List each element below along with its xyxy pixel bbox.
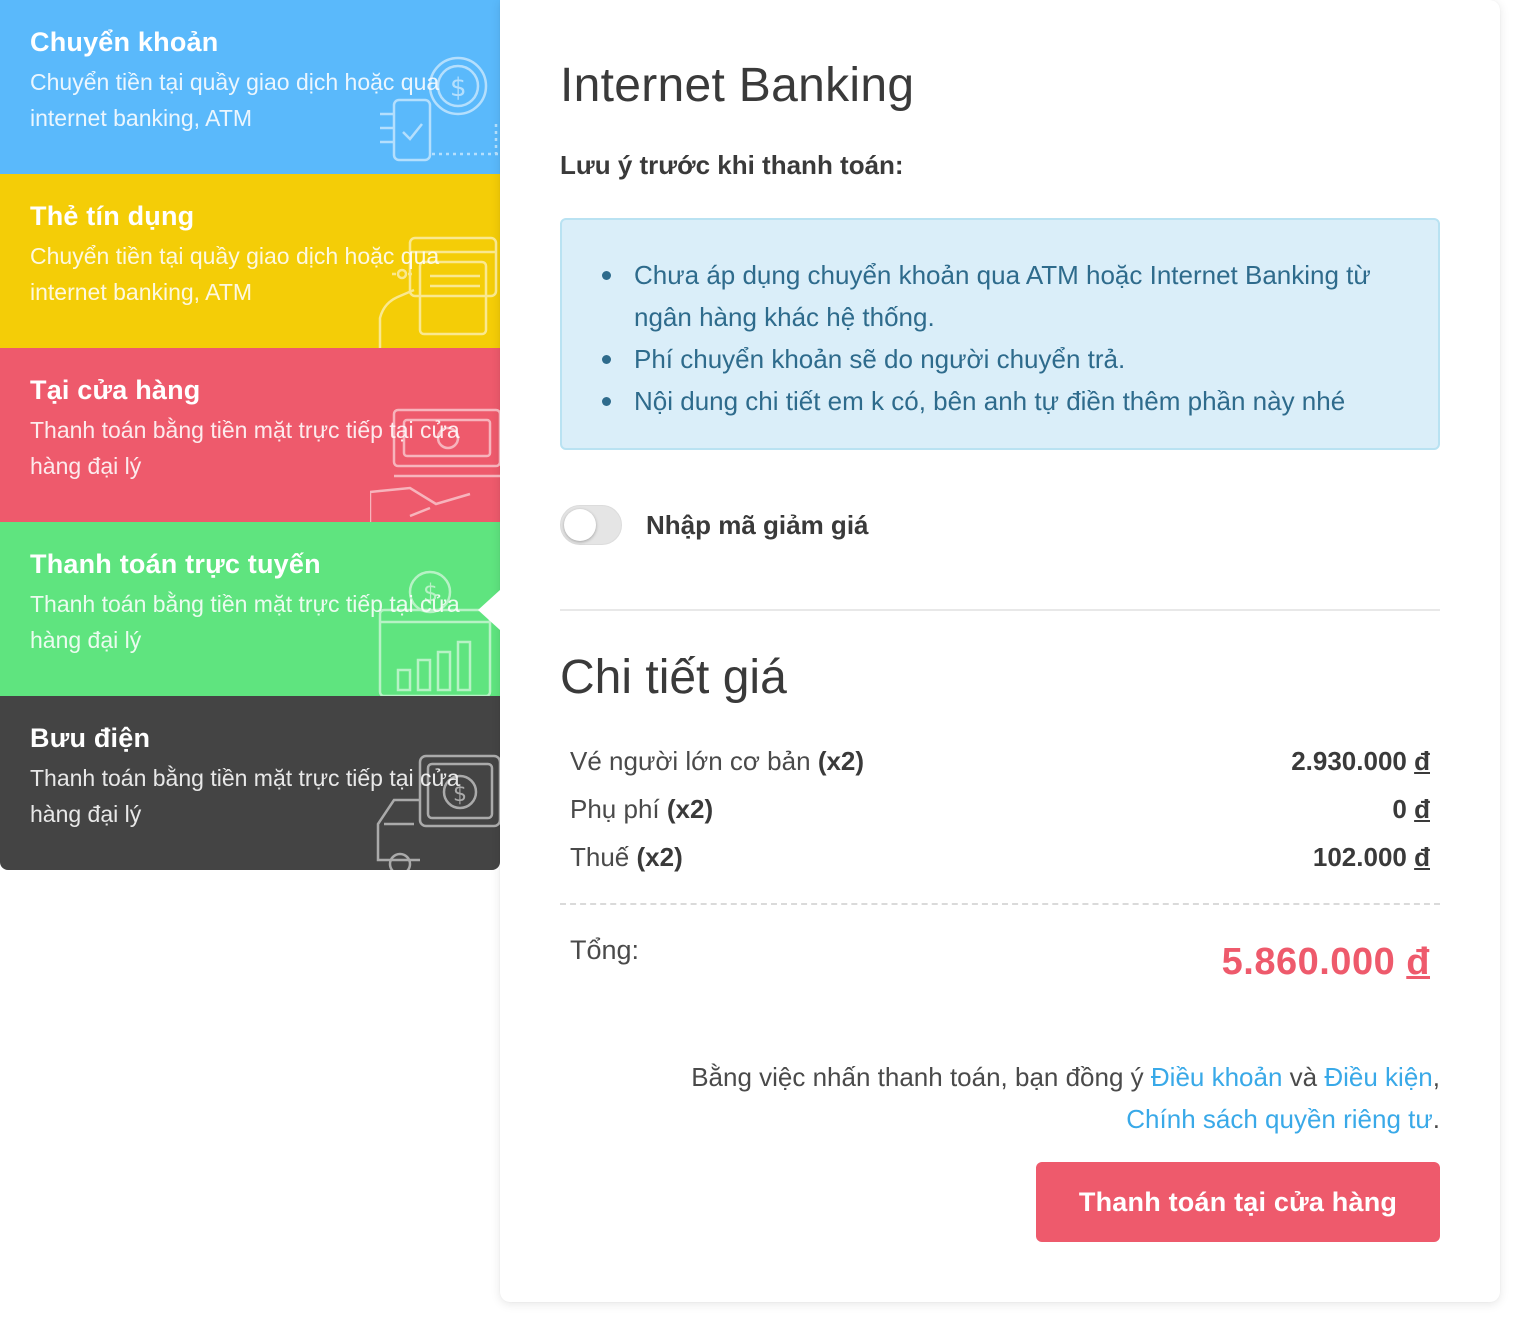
total-label: Tổng:	[570, 935, 640, 965]
conditions-link[interactable]: Điều kiện	[1324, 1062, 1432, 1092]
promo-code-toggle[interactable]	[560, 505, 622, 545]
page-title: Internet Banking	[560, 59, 915, 112]
price-details-title: Chi tiết giá	[560, 651, 787, 704]
price-amount: 2.930.000 đ	[1291, 746, 1430, 776]
note-list: Chưa áp dụng chuyển khoản qua ATM hoặc I…	[602, 254, 1398, 422]
price-amount: 0 đ	[1392, 794, 1430, 824]
price-row: Thuế (x2) 102.000 đ	[570, 836, 1430, 884]
dashed-divider	[560, 903, 1440, 905]
price-amount: 102.000 đ	[1312, 842, 1430, 872]
method-in-store[interactable]: Tại cửa hàng Thanh toán bằng tiền mặt tr…	[0, 348, 500, 522]
note-heading: Lưu ý trước khi thanh toán:	[560, 150, 904, 180]
promo-code-row: Nhập mã giảm giá	[560, 505, 869, 545]
method-title: Bưu điện	[30, 723, 151, 753]
method-description: Thanh toán bằng tiền mặt trực tiếp tại c…	[30, 417, 460, 479]
method-post-office[interactable]: Bưu điện Thanh toán bằng tiền mặt trực t…	[0, 696, 500, 870]
total-amount: 5.860.000 đ	[1221, 941, 1430, 983]
price-label: Phụ phí (x2)	[570, 794, 714, 824]
price-row: Phụ phí (x2) 0 đ	[570, 788, 1430, 836]
note-item: Phí chuyển khoản sẽ do người chuyển trả.	[602, 338, 1398, 380]
price-row: Vé người lớn cơ bản (x2) 2.930.000 đ	[570, 740, 1430, 788]
method-description: Thanh toán bằng tiền mặt trực tiếp tại c…	[30, 591, 460, 653]
payment-page: Chuyển khoản Chuyển tiền tại quầy giao d…	[0, 0, 1524, 1337]
note-item: Nội dung chi tiết em k có, bên anh tự đi…	[602, 380, 1398, 422]
method-online-payment[interactable]: Thanh toán trực tuyến Thanh toán bằng ti…	[0, 522, 500, 696]
price-list: Vé người lớn cơ bản (x2) 2.930.000 đ Phụ…	[570, 740, 1430, 884]
terms-text: Bằng việc nhấn thanh toán, bạn đồng ý Đi…	[691, 1062, 1440, 1134]
payment-method-list: Chuyển khoản Chuyển tiền tại quầy giao d…	[0, 0, 500, 870]
active-indicator	[478, 590, 500, 630]
price-label: Thuế (x2)	[570, 842, 683, 872]
method-title: Thanh toán trực tuyến	[30, 549, 321, 579]
note-box: Chưa áp dụng chuyển khoản qua ATM hoặc I…	[560, 218, 1440, 450]
method-credit-card[interactable]: Thẻ tín dụng Chuyển tiền tại quầy giao d…	[0, 174, 500, 348]
method-description: Chuyển tiền tại quầy giao dịch hoặc qua …	[30, 243, 440, 305]
price-label: Vé người lớn cơ bản (x2)	[570, 746, 865, 776]
method-title: Thẻ tín dụng	[30, 201, 195, 231]
privacy-policy-link[interactable]: Chính sách quyền riêng tư	[1126, 1104, 1432, 1134]
method-description: Thanh toán bằng tiền mặt trực tiếp tại c…	[30, 765, 460, 827]
method-bank-transfer[interactable]: Chuyển khoản Chuyển tiền tại quầy giao d…	[0, 0, 500, 174]
method-title: Chuyển khoản	[30, 27, 219, 57]
note-item: Chưa áp dụng chuyển khoản qua ATM hoặc I…	[602, 254, 1398, 338]
payment-details-panel: Internet Banking Lưu ý trước khi thanh t…	[500, 0, 1500, 1302]
pay-button[interactable]: Thanh toán tại cửa hàng	[1036, 1162, 1440, 1242]
terms-link[interactable]: Điều khoản	[1151, 1062, 1283, 1092]
method-title: Tại cửa hàng	[30, 375, 201, 405]
method-description: Chuyển tiền tại quầy giao dịch hoặc qua …	[30, 69, 440, 131]
divider	[560, 609, 1440, 611]
promo-code-label[interactable]: Nhập mã giảm giá	[646, 510, 869, 541]
toggle-knob	[564, 509, 596, 541]
